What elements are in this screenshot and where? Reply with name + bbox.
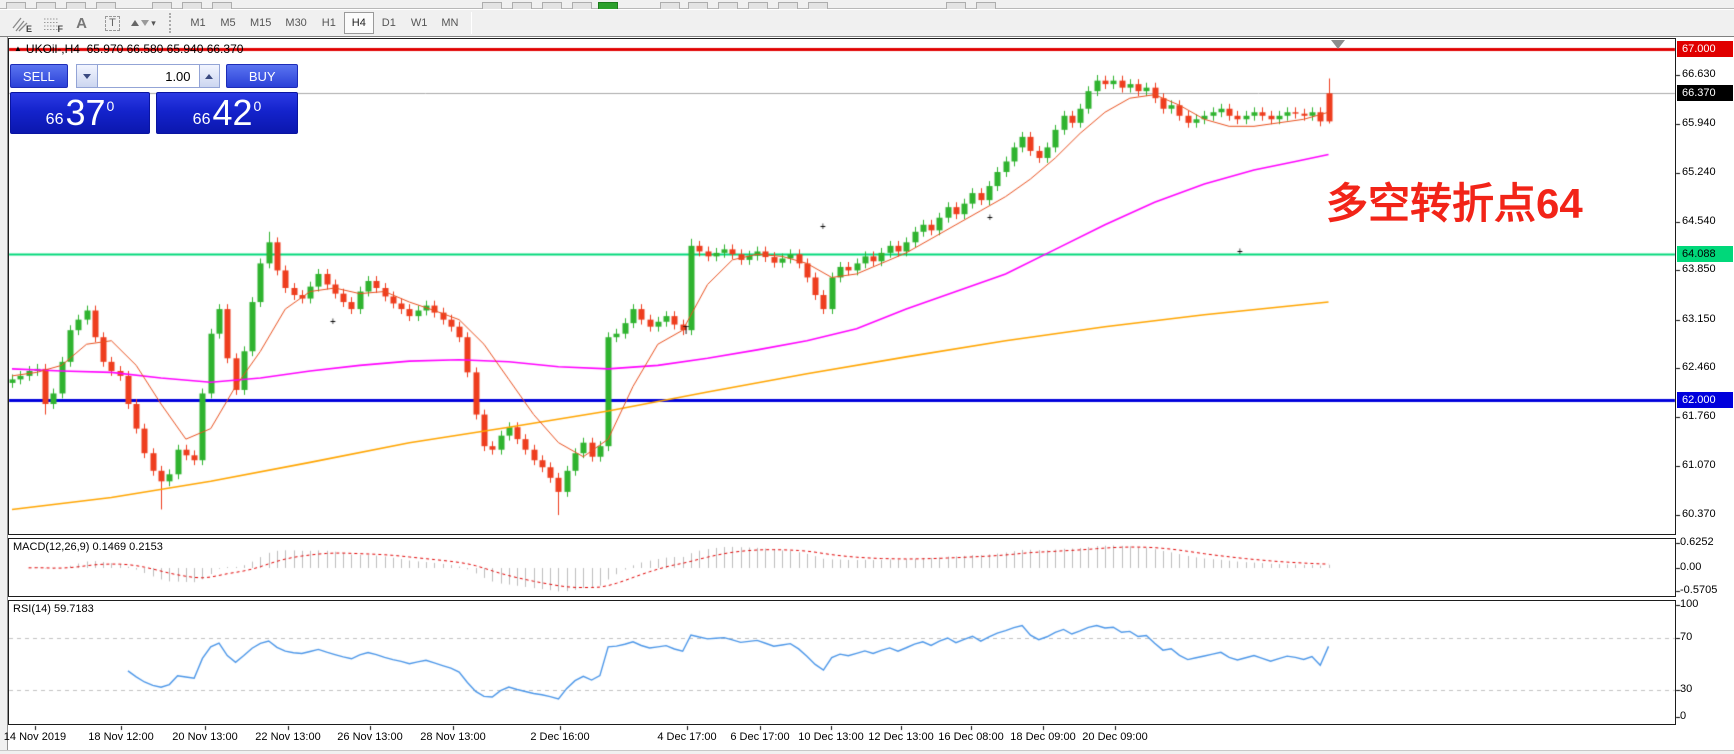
- rsi-scale-label: 30: [1680, 683, 1693, 695]
- time-tick-label: 18 Nov 12:00: [88, 731, 154, 743]
- price-tick-label: 62.460: [1682, 361, 1716, 373]
- clipped-toolbar-icon: [660, 2, 680, 9]
- macd-scale-label: -0.5705: [1680, 584, 1718, 596]
- timeframe-button-h1[interactable]: H1: [314, 12, 344, 34]
- clipped-toolbar-icon: [542, 2, 562, 9]
- trade-panel-top-row: SELL BUY: [10, 64, 298, 88]
- rsi-label: RSI(14) 59.7183: [13, 603, 94, 615]
- clipped-toolbar-icon: [572, 2, 592, 9]
- buy-price-big: 42: [212, 92, 253, 133]
- timeframe-button-m5[interactable]: M5: [213, 12, 243, 34]
- one-click-trading-panel: SELL BUY 66370 66420: [10, 64, 298, 134]
- clipped-toolbar-icon: [36, 2, 56, 9]
- price-tick-label: 65.940: [1682, 117, 1716, 129]
- chevron-up-icon: [205, 73, 214, 79]
- clipped-toolbar-icon: [482, 2, 502, 9]
- toolbar: E F A T ▾ M1 M5 M15 M30 H1 H4 D1 W1 MN: [0, 10, 1734, 37]
- clipped-toolbar-icon: [212, 2, 232, 9]
- clipped-toolbar-icon: [778, 2, 798, 9]
- sell-price-display[interactable]: 66 37 0: [10, 92, 150, 134]
- time-tick-label: 28 Nov 13:00: [420, 731, 486, 743]
- timeframe-button-m15[interactable]: M15: [243, 12, 278, 34]
- timeframe-button-m30[interactable]: M30: [278, 12, 313, 34]
- text-icon[interactable]: A: [66, 11, 97, 35]
- sell-button[interactable]: SELL: [10, 64, 68, 88]
- price-tick-label: 60.370: [1682, 508, 1716, 520]
- buy-price-small: 66: [192, 111, 211, 128]
- price-badge: 66.370: [1677, 85, 1733, 101]
- price-badge: 62.000: [1677, 392, 1733, 408]
- timeframe-button-h4[interactable]: H4: [343, 12, 374, 34]
- clipped-toolbar-icon: [688, 2, 708, 9]
- rsi-scale-label: 100: [1680, 598, 1699, 610]
- clipped-toolbar-icon: [946, 2, 966, 9]
- buy-price-sup: 0: [253, 98, 262, 114]
- clipped-toolbar-icon: [748, 2, 768, 9]
- arrows-icon[interactable]: ▾: [128, 11, 159, 35]
- window-left-frame: [0, 37, 8, 750]
- time-tick-label: 14 Nov 2019: [3, 731, 67, 743]
- volume-increase-button[interactable]: [198, 64, 221, 88]
- price-tick-label: 64.540: [1682, 215, 1716, 227]
- sell-price-sup: 0: [106, 98, 115, 114]
- timeframe-button-mn[interactable]: MN: [434, 12, 465, 34]
- clipped-toolbar-icon: [512, 2, 532, 9]
- chart-text-annotation: 多空转折点64: [1326, 180, 1583, 227]
- clipped-toolbar-icon: [598, 2, 618, 9]
- chart-shift-marker-icon[interactable]: [1331, 40, 1345, 49]
- text-label-icon[interactable]: T: [97, 11, 128, 35]
- equidistant-channel-icon[interactable]: E: [4, 11, 35, 35]
- chevron-down-icon: [82, 73, 91, 79]
- time-tick-label: 2 Dec 16:00: [530, 731, 590, 743]
- clipped-toolbar-icon: [96, 2, 116, 9]
- buy-price-display[interactable]: 66 42 0: [156, 92, 298, 134]
- price-tick-label: 63.150: [1682, 313, 1716, 325]
- rsi-scale-label: 0: [1680, 710, 1687, 722]
- price-tick-label: 61.070: [1682, 459, 1716, 471]
- volume-decrease-button[interactable]: [75, 64, 98, 88]
- rsi-scale-label: 70: [1680, 631, 1693, 643]
- clipped-toolbar-icon: [718, 2, 738, 9]
- macd-indicator-panel[interactable]: [8, 538, 1676, 597]
- clipped-toolbar-icon: [6, 2, 26, 9]
- timeframe-button-d1[interactable]: D1: [374, 12, 404, 34]
- fibonacci-icon[interactable]: F: [35, 11, 66, 35]
- time-tick-label: 20 Dec 09:00: [1082, 731, 1148, 743]
- price-tick-label: 65.240: [1682, 166, 1716, 178]
- trade-panel-price-row: 66 37 0 66 42 0: [10, 92, 298, 134]
- toolbar-separator: [471, 12, 473, 34]
- clipped-toolbar-icon: [66, 2, 86, 9]
- time-tick-label: 20 Nov 13:00: [172, 731, 238, 743]
- macd-scale-label: 0.00: [1680, 561, 1702, 573]
- chart-title: ▲ UKOil-,H4 65.970 66.580 65.940 66.370: [14, 42, 244, 56]
- timeframe-toolbar: M1 M5 M15 M30 H1 H4 D1 W1 MN: [183, 12, 465, 34]
- sell-price-big: 37: [65, 92, 106, 133]
- clipped-toolbar-icon: [152, 2, 172, 9]
- sell-price-small: 66: [45, 111, 64, 128]
- status-strip: [0, 750, 1734, 754]
- timeframe-button-w1[interactable]: W1: [404, 12, 435, 34]
- price-badge: 64.088: [1677, 246, 1733, 262]
- price-tick-label: 66.630: [1682, 68, 1716, 80]
- macd-label: MACD(12,26,9) 0.1469 0.2153: [13, 541, 163, 553]
- toolbar-row-clipped: [0, 0, 1734, 9]
- volume-input[interactable]: [97, 64, 199, 88]
- toolbar-grip[interactable]: [169, 13, 177, 33]
- chevron-down-icon: ▾: [151, 17, 156, 28]
- macd-scale-label: 0.6252: [1680, 536, 1714, 548]
- buy-button[interactable]: BUY: [226, 64, 298, 88]
- collapse-arrow-icon[interactable]: ▲: [14, 44, 22, 53]
- time-tick-label: 26 Nov 13:00: [337, 731, 403, 743]
- clipped-toolbar-icon: [182, 2, 202, 9]
- price-badge: 67.000: [1677, 41, 1733, 57]
- clipped-toolbar-icon: [976, 2, 996, 9]
- clipped-toolbar-icon: [808, 2, 828, 9]
- price-tick-label: 63.850: [1682, 263, 1716, 275]
- rsi-indicator-panel[interactable]: [8, 600, 1676, 725]
- timeframe-button-m1[interactable]: M1: [183, 12, 213, 34]
- price-tick-label: 61.760: [1682, 410, 1716, 422]
